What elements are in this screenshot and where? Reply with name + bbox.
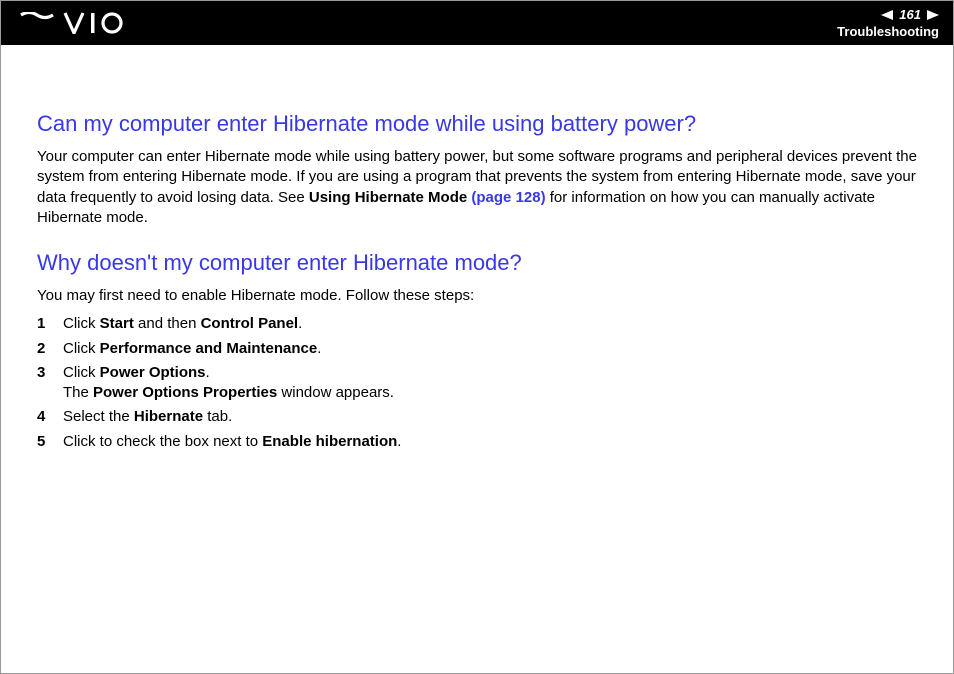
step-text-part: Click [63,340,100,357]
step-text-part: Select the [63,408,134,425]
step-text-part: and then [134,315,201,332]
step-number: 1 [37,314,63,334]
step-bold: Performance and Maintenance [100,340,318,357]
step-text-part: . [317,340,321,357]
step-bold: Hibernate [134,408,203,425]
steps-list: 1 Click Start and then Control Panel. 2 … [37,314,917,452]
step-bold: Control Panel [201,315,299,332]
page-content: Can my computer enter Hibernate mode whi… [1,45,953,452]
step-text: Click Performance and Maintenance. [63,339,917,359]
step-text-part: Click [63,315,100,332]
step-bold: Enable hibernation [262,433,397,450]
step-text-part: tab. [203,408,232,425]
next-page-arrow-icon[interactable] [927,10,939,20]
section2-intro: You may first need to enable Hibernate m… [37,286,917,306]
step-text-part: . [397,433,401,450]
manual-page: 161 Troubleshooting Can my computer ente… [0,0,954,674]
step-number: 3 [37,363,63,404]
step-text: Click to check the box next to Enable hi… [63,432,917,452]
step-bold: Power Options [100,364,206,381]
section-label: Troubleshooting [837,24,939,39]
prev-page-arrow-icon[interactable] [881,10,893,20]
section2-heading: Why doesn't my computer enter Hibernate … [37,250,917,276]
step-item: 5 Click to check the box next to Enable … [37,432,917,452]
header-right: 161 Troubleshooting [837,7,939,39]
step-item: 4 Select the Hibernate tab. [37,407,917,427]
step-item: 1 Click Start and then Control Panel. [37,314,917,334]
step-item: 2 Click Performance and Maintenance. [37,339,917,359]
step-text: Select the Hibernate tab. [63,407,917,427]
page-reference-link[interactable]: (page 128) [471,189,545,206]
step-text-part: window appears. [277,384,394,401]
page-navigation: 161 [837,7,939,22]
section1-paragraph: Your computer can enter Hibernate mode w… [37,147,917,228]
step-text-part: . [206,364,210,381]
page-number: 161 [897,7,923,22]
step-item: 3 Click Power Options. The Power Options… [37,363,917,404]
step-text-part: The [63,384,93,401]
vaio-logo [19,12,139,34]
step-bold: Start [100,315,134,332]
step-number: 4 [37,407,63,427]
page-header: 161 Troubleshooting [1,1,953,45]
step-text-part: Click to check the box next to [63,433,262,450]
section1-ref-title: Using Hibernate Mode [309,189,472,206]
step-text-part: . [298,315,302,332]
step-text: Click Power Options. The Power Options P… [63,363,917,404]
step-bold: Power Options Properties [93,384,277,401]
step-number: 2 [37,339,63,359]
step-text: Click Start and then Control Panel. [63,314,917,334]
step-text-part: Click [63,364,100,381]
step-number: 5 [37,432,63,452]
section1-heading: Can my computer enter Hibernate mode whi… [37,111,917,137]
